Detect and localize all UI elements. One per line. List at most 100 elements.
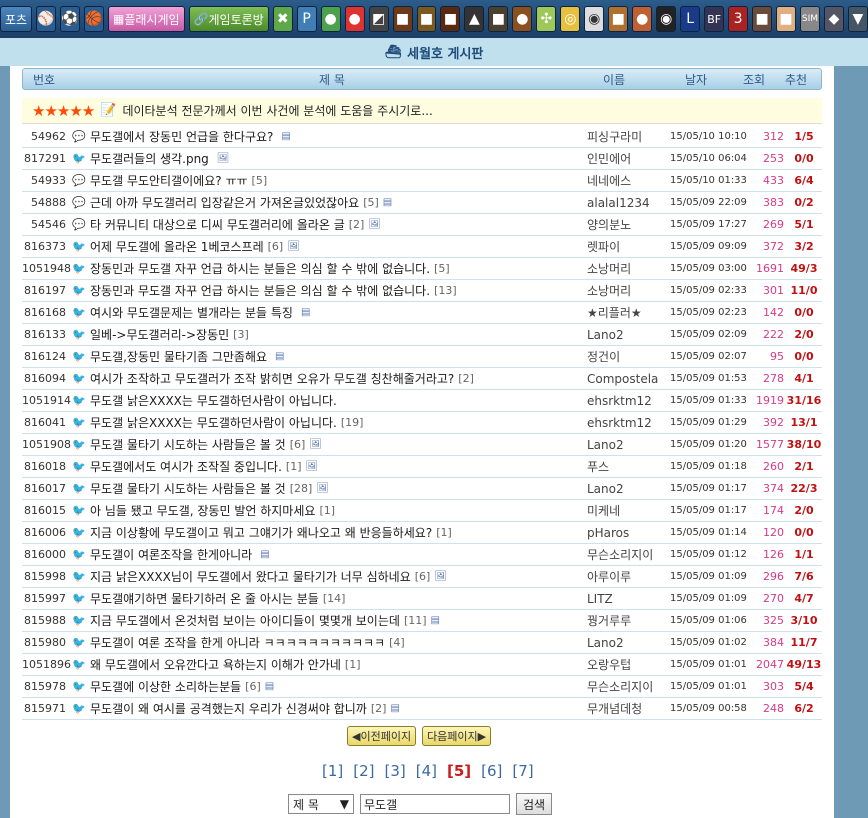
post-title[interactable]: 근데 아까 무도갤러리 입장같은거 가져온글있었잖아요 xyxy=(90,194,359,211)
post-title[interactable]: 지금 이상황에 무도갤이고 뭐고 그얘기가 왜나오고 왜 반응들하세요? xyxy=(90,524,432,541)
post-title[interactable]: 타 커뮤니티 대상으로 디씨 무도갤러리에 올라온 글 xyxy=(90,216,345,233)
table-row[interactable]: 816373 🐦 어제 무도갤에 올라온 1베코스프레 [6] 🖼 렛파이 15… xyxy=(22,236,822,258)
game-debate-button[interactable]: 🔗 게임토론방 xyxy=(188,6,269,32)
post-title[interactable]: 무도갤러들의 생각.png xyxy=(90,150,209,167)
table-row[interactable]: 816006 🐦 지금 이상황에 무도갤이고 뭐고 그얘기가 왜나오고 왜 반응… xyxy=(22,522,822,544)
post-title[interactable]: 무도갤 무도안티갤이에요? ㅠㅠ xyxy=(90,172,248,189)
author-name[interactable]: 무슨소리지이 xyxy=(587,678,653,695)
table-row[interactable]: 816197 🐦 장동민과 무도갤 자꾸 언급 하시는 분들은 의심 할 수 밖… xyxy=(22,280,822,302)
author-name[interactable]: 무개념데청 xyxy=(587,700,642,717)
author-name[interactable]: ★리플러★ xyxy=(587,304,642,321)
author-name[interactable]: 아루이루 xyxy=(587,568,631,585)
author-name[interactable]: ehsrktm12 xyxy=(587,394,652,408)
game-icon-18[interactable]: ◆ xyxy=(823,6,844,32)
author-name[interactable]: Lano2 xyxy=(587,328,624,342)
table-row[interactable]: 1051896 🐦 왜 무도갤에서 오유깐다고 욕하는지 이해가 안가네 [1]… xyxy=(22,654,822,676)
post-title[interactable]: 무도갤,장동민 물타기좀 그만좀해요 xyxy=(90,348,267,365)
game-icon-11[interactable]: ■ xyxy=(608,6,629,32)
mushroom-icon[interactable]: ● xyxy=(320,6,341,32)
page-link[interactable]: [3] xyxy=(385,762,406,780)
table-row[interactable]: 816015 🐦 아 님들 됐고 무도갤, 장동민 발언 하지마세요 [1] 미… xyxy=(22,500,822,522)
game-icon-14[interactable]: L xyxy=(680,6,701,32)
page-link[interactable]: [5] xyxy=(447,762,471,780)
post-title[interactable]: 장동민과 무도갤 자꾸 언급 하시는 분들은 의심 할 수 밖에 없습니다. xyxy=(90,282,430,299)
author-name[interactable]: 소낭머리 xyxy=(587,260,631,277)
table-row[interactable]: 54933 💬 무도갤 무도안티갤이에요? ㅠㅠ [5] 네네에스 15/05/… xyxy=(22,170,822,192)
game-icon-15[interactable]: 3 xyxy=(728,6,749,32)
author-name[interactable]: 무슨소리지이 xyxy=(587,546,653,563)
author-name[interactable]: LITZ xyxy=(587,592,613,606)
author-name[interactable]: 푸스 xyxy=(587,458,609,475)
post-title[interactable]: 무도갤에서도 여시가 조작질 중입니다. xyxy=(90,458,282,475)
game-icon-6[interactable]: ■ xyxy=(488,6,509,32)
game-icon-2[interactable]: ■ xyxy=(392,6,413,32)
post-title[interactable]: 무도갤 낡은XXXX는 무도갤하던사람이 아닙니다. xyxy=(90,414,337,431)
game-icon-19[interactable]: ▼ xyxy=(847,6,868,32)
page-link[interactable]: [2] xyxy=(353,762,374,780)
post-title[interactable]: 무도갤에서 장동민 언급을 한다구요? xyxy=(90,128,273,145)
post-title[interactable]: 무도갤 물타기 시도하는 사람들은 볼 것 xyxy=(90,436,286,453)
table-row[interactable]: 54546 💬 타 커뮤니티 대상으로 디씨 무도갤러리에 올라온 글 [2] … xyxy=(22,214,822,236)
basketball-icon[interactable]: 🏀 xyxy=(84,6,104,32)
author-name[interactable]: 소낭머리 xyxy=(587,282,631,299)
post-title[interactable]: 어제 무도갤에 올라온 1베코스프레 xyxy=(90,238,264,255)
post-title[interactable]: 무도갤얘기하면 물타기하러 온 줄 아시는 분들 xyxy=(90,590,319,607)
author-name[interactable]: 양의분노 xyxy=(587,216,631,233)
game-icon-9[interactable]: ◎ xyxy=(560,6,581,32)
page-link[interactable]: [7] xyxy=(512,762,533,780)
post-title[interactable]: 무도갤이 여론조작을 한게아니라 xyxy=(90,546,252,563)
search-field-select[interactable]: 제 목 ▼ xyxy=(288,794,354,814)
author-name[interactable]: alalal1234 xyxy=(587,196,650,210)
post-title[interactable]: 여시와 무도갤문제는 별개라는 분들 특징 xyxy=(90,304,293,321)
author-name[interactable]: 렛파이 xyxy=(587,238,620,255)
author-name[interactable]: 오랑우텁 xyxy=(587,656,631,673)
game-icon-7[interactable]: ● xyxy=(512,6,533,32)
sim-icon[interactable]: SIM xyxy=(800,6,820,32)
xbox-icon[interactable]: ✖ xyxy=(272,6,293,32)
page-link[interactable]: [6] xyxy=(481,762,502,780)
author-name[interactable]: pHaros xyxy=(587,526,629,540)
post-title[interactable]: 일베->무도갤러리->장동민 xyxy=(90,326,229,343)
post-title[interactable]: 아 님들 됐고 무도갤, 장동민 발언 하지마세요 xyxy=(90,502,315,519)
post-title[interactable]: 무도갤에 이상한 소리하는분들 xyxy=(90,678,241,695)
table-row[interactable]: 816000 🐦 무도갤이 여론조작을 한게아니라 ▤ 무슨소리지이 15/05… xyxy=(22,544,822,566)
post-title[interactable]: 여시가 조작하고 무도갤러가 조작 밝히면 오유가 무도갤 칭찬해줄거라고? xyxy=(90,370,454,387)
next-page-button[interactable]: 다음페이지▶ xyxy=(422,726,492,746)
search-button[interactable]: 검색 xyxy=(516,793,553,815)
game-icon-3[interactable]: ■ xyxy=(416,6,437,32)
table-row[interactable]: 815997 🐦 무도갤얘기하면 물타기하러 온 줄 아시는 분들 [14] L… xyxy=(22,588,822,610)
table-row[interactable]: 816041 🐦 무도갤 낡은XXXX는 무도갤하던사람이 아닙니다. [19]… xyxy=(22,412,822,434)
table-row[interactable]: 815978 🐦 무도갤에 이상한 소리하는분들 [6] ▤ 무슨소리지이 15… xyxy=(22,676,822,698)
table-row[interactable]: 1051908 🐦 무도갤 물타기 시도하는 사람들은 볼 것 [6] 🖼 La… xyxy=(22,434,822,456)
table-row[interactable]: 816168 🐦 여시와 무도갤문제는 별개라는 분들 특징 ▤ ★리플러★ 1… xyxy=(22,302,822,324)
notice-row[interactable]: ★★★★★ 📝 데이타분석 전문가께서 이번 사건에 분석에 도움을 주시기로.… xyxy=(22,98,822,124)
author-name[interactable]: Compostela xyxy=(587,372,658,386)
post-title[interactable]: 무도갤 물타기 시도하는 사람들은 볼 것 xyxy=(90,480,286,497)
search-input[interactable]: 무도갤 xyxy=(360,794,510,814)
table-row[interactable]: 816094 🐦 여시가 조작하고 무도갤러가 조작 밝히면 오유가 무도갤 칭… xyxy=(22,368,822,390)
author-name[interactable]: Lano2 xyxy=(587,438,624,452)
table-row[interactable]: 817291 🐦 무도갤러들의 생각.png 🖼 인민에어 15/05/10 0… xyxy=(22,148,822,170)
post-title[interactable]: 무도갤이 왜 여시를 공격했는지 우리가 신경써야 합니까 xyxy=(90,700,367,717)
post-title[interactable]: 무도갤 낡은XXXX는 무도갤하던사람이 아닙니다. xyxy=(90,392,337,409)
bf-icon[interactable]: BF xyxy=(704,6,725,32)
author-name[interactable]: Lano2 xyxy=(587,482,624,496)
post-title[interactable]: 지금 무도갤에서 온것처럼 보이는 아이디들이 몇몇개 보이는데 xyxy=(90,612,400,629)
post-title[interactable]: 무도갤이 여론 조작을 한게 아니라 ㅋㅋㅋㅋㅋㅋㅋㅋㅋㅋㅋ xyxy=(90,634,385,651)
table-row[interactable]: 816124 🐦 무도갤,장동민 물타기좀 그만좀해요 ▤ 정건이 15/05/… xyxy=(22,346,822,368)
sports-menu-button[interactable]: 포츠 xyxy=(0,6,33,32)
game-icon-13[interactable]: ◉ xyxy=(656,6,677,32)
table-row[interactable]: 815980 🐦 무도갤이 여론 조작을 한게 아니라 ㅋㅋㅋㅋㅋㅋㅋㅋㅋㅋㅋ … xyxy=(22,632,822,654)
post-title[interactable]: 지금 낡은XXXX님이 무도갤에서 왔다고 물타기가 너무 심하네요 xyxy=(90,568,411,585)
author-name[interactable]: 네네에스 xyxy=(587,172,631,189)
author-name[interactable]: 미케네 xyxy=(587,502,620,519)
soccer-icon[interactable]: ⚽ xyxy=(60,6,81,32)
author-name[interactable]: 정건이 xyxy=(587,348,620,365)
table-row[interactable]: 1051948 🐦 장동민과 무도갤 자꾸 언급 하시는 분들은 의심 할 수 … xyxy=(22,258,822,280)
page-link[interactable]: [1] xyxy=(322,762,343,780)
table-row[interactable]: 816133 🐦 일베->무도갤러리->장동민 [3] Lano2 15/05/… xyxy=(22,324,822,346)
game-icon-4[interactable]: ■ xyxy=(440,6,461,32)
angry-bird-icon[interactable]: ● xyxy=(344,6,365,32)
prev-page-button[interactable]: ◀이전페이지 xyxy=(347,726,417,746)
game-icon-1[interactable]: ◩ xyxy=(368,6,389,32)
